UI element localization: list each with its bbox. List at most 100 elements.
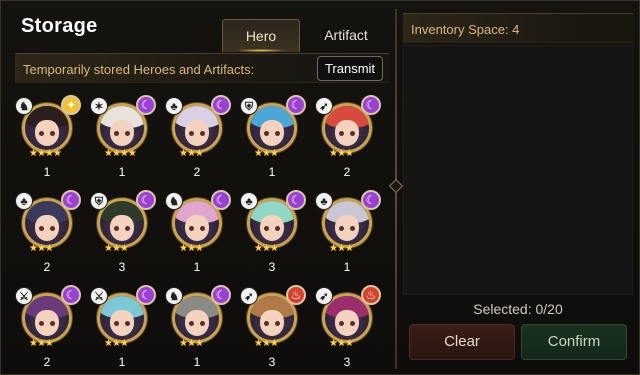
dark-element-icon: ☾ xyxy=(136,95,156,115)
storage-right-panel: Inventory Space: 4 Selected: 0/20 Clear … xyxy=(401,9,635,371)
dark-element-icon: ☾ xyxy=(361,190,381,210)
hero-eyes xyxy=(114,226,130,231)
hero-count: 1 xyxy=(193,355,201,369)
hero-eyes xyxy=(39,226,55,231)
fire-element-icon: ♨ xyxy=(361,285,381,305)
hero-eyes xyxy=(264,321,280,326)
hero-card[interactable]: ♣ ☾ ★★★ 2 xyxy=(13,186,81,276)
selected-count: Selected: 0/20 xyxy=(473,301,563,317)
star-rating: ★★★ xyxy=(329,243,354,254)
hero-card[interactable]: ♞ ✦ ★★★★ 1 xyxy=(13,91,81,181)
dark-element-icon: ☾ xyxy=(61,190,81,210)
star-rating: ★★★ xyxy=(254,148,279,159)
star-rating: ★★★ xyxy=(29,338,54,349)
hero-count: 2 xyxy=(193,165,201,179)
storage-window: Storage Hero Artifact Temporarily stored… xyxy=(0,0,640,375)
hero-card[interactable]: ➶ ☾ ★★★ 2 xyxy=(313,91,381,181)
warrior-class-icon: ⚔ xyxy=(90,287,108,305)
dark-element-icon: ☾ xyxy=(286,190,306,210)
soul-weaver-class-icon: ♣ xyxy=(165,97,183,115)
hero-eyes xyxy=(114,131,130,136)
hero-count: 1 xyxy=(193,260,201,274)
fire-element-icon: ♨ xyxy=(286,285,306,305)
thief-class-icon: ♞ xyxy=(15,97,33,115)
star-rating: ★★★ xyxy=(179,338,204,349)
star-rating: ★★★ xyxy=(179,243,204,254)
light-element-icon: ✦ xyxy=(61,95,81,115)
dark-element-icon: ☾ xyxy=(211,95,231,115)
hero-count: 3 xyxy=(118,260,126,274)
hero-eyes xyxy=(339,226,355,231)
star-rating: ★★★ xyxy=(104,243,129,254)
hero-card[interactable]: ➶ ♨ ★★★ 3 xyxy=(238,281,306,371)
hero-card[interactable]: ⛨ ☾ ★★★ 3 xyxy=(88,186,156,276)
hero-count: 1 xyxy=(343,260,351,274)
hero-eyes xyxy=(189,131,205,136)
star-rating: ★★★ xyxy=(254,338,279,349)
hero-card[interactable]: ✶ ☾ ★★★★ 1 xyxy=(88,91,156,181)
hero-eyes xyxy=(39,131,55,136)
hero-eyes xyxy=(339,131,355,136)
hero-count: 1 xyxy=(43,165,51,179)
soul-weaver-class-icon: ♣ xyxy=(315,192,333,210)
dark-element-icon: ☾ xyxy=(136,285,156,305)
hero-card[interactable]: ➶ ♨ ★★★ 3 xyxy=(313,281,381,371)
hero-card[interactable]: ♣ ☾ ★★★ 1 xyxy=(313,186,381,276)
hero-count: 2 xyxy=(43,260,51,274)
hero-count: 3 xyxy=(268,355,276,369)
knight-class-icon: ⛨ xyxy=(90,192,108,210)
storage-left-panel: Storage Hero Artifact Temporarily stored… xyxy=(7,5,391,371)
confirm-button[interactable]: Confirm xyxy=(521,324,627,360)
hero-eyes xyxy=(264,226,280,231)
page-title: Storage xyxy=(21,15,98,37)
transmit-button[interactable]: Transmit xyxy=(317,56,383,81)
storage-description: Temporarily stored Heroes and Artifacts: xyxy=(23,62,255,77)
dark-element-icon: ☾ xyxy=(286,95,306,115)
ranger-class-icon: ➶ xyxy=(240,287,258,305)
star-rating: ★★★ xyxy=(329,148,354,159)
star-rating: ★★★★ xyxy=(104,148,137,159)
hero-card[interactable]: ♣ ☾ ★★★ 2 xyxy=(163,91,231,181)
warrior-class-icon: ⚔ xyxy=(15,287,33,305)
tab-hero[interactable]: Hero xyxy=(222,19,300,52)
hero-count: 1 xyxy=(268,165,276,179)
hero-eyes xyxy=(264,131,280,136)
hero-count: 2 xyxy=(343,165,351,179)
hero-count: 3 xyxy=(268,260,276,274)
dark-element-icon: ☾ xyxy=(361,95,381,115)
inventory-space-label: Inventory Space: 4 xyxy=(411,22,520,37)
ranger-class-icon: ➶ xyxy=(315,287,333,305)
hero-eyes xyxy=(114,321,130,326)
star-rating: ★★★★ xyxy=(29,148,62,159)
storage-info-bar: Temporarily stored Heroes and Artifacts:… xyxy=(15,53,389,83)
ranger-class-icon: ➶ xyxy=(315,97,333,115)
hero-card[interactable]: ⚔ ☾ ★★★ 2 xyxy=(13,281,81,371)
hero-count: 1 xyxy=(118,165,126,179)
tab-artifact[interactable]: Artifact xyxy=(307,19,385,52)
hero-count: 2 xyxy=(43,355,51,369)
star-rating: ★★★ xyxy=(179,148,204,159)
hero-grid: ♞ ✦ ★★★★ 1 ✶ ☾ ★★★★ 1 ♣ ☾ ★★★ 2 ⛨ ☾ ★★★ 1 ➶ ☾ ★★★ 2 ♣ ☾ ★★★ 2 ⛨ ☾… xyxy=(13,91,387,373)
hero-card[interactable]: ♞ ☾ ★★★ 1 xyxy=(163,186,231,276)
mage-class-icon: ✶ xyxy=(90,97,108,115)
hero-card[interactable]: ⛨ ☾ ★★★ 1 xyxy=(238,91,306,181)
dark-element-icon: ☾ xyxy=(61,285,81,305)
soul-weaver-class-icon: ♣ xyxy=(240,192,258,210)
hero-card[interactable]: ♣ ☾ ★★★ 3 xyxy=(238,186,306,276)
clear-button[interactable]: Clear xyxy=(409,324,515,360)
hero-card[interactable]: ⚔ ☾ ★★★ 1 xyxy=(88,281,156,371)
thief-class-icon: ♞ xyxy=(165,192,183,210)
star-rating: ★★★ xyxy=(29,243,54,254)
inventory-list[interactable] xyxy=(403,45,633,295)
hero-count: 3 xyxy=(343,355,351,369)
hero-eyes xyxy=(189,226,205,231)
star-rating: ★★★ xyxy=(254,243,279,254)
soul-weaver-class-icon: ♣ xyxy=(15,192,33,210)
hero-card[interactable]: ♞ ☾ ★★★ 1 xyxy=(163,281,231,371)
dark-element-icon: ☾ xyxy=(211,190,231,210)
hero-count: 1 xyxy=(118,355,126,369)
knight-class-icon: ⛨ xyxy=(240,97,258,115)
thief-class-icon: ♞ xyxy=(165,287,183,305)
dark-element-icon: ☾ xyxy=(211,285,231,305)
hero-eyes xyxy=(189,321,205,326)
